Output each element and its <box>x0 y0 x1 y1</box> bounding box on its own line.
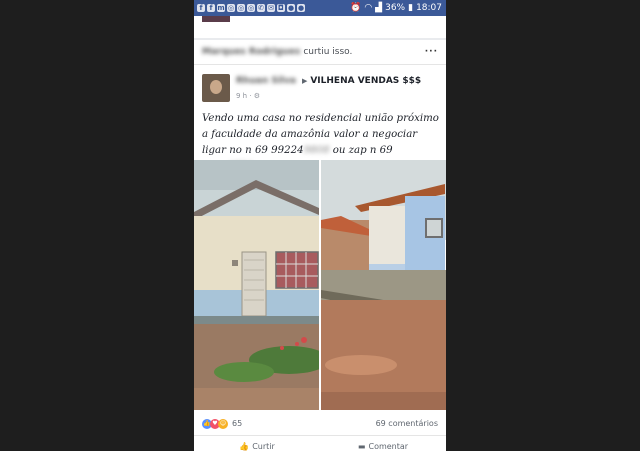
facebook-icon: f <box>207 4 215 12</box>
friend-name-blurred[interactable]: Marques Rodrigues <box>202 47 300 57</box>
comment-icon: ▬ <box>357 441 366 451</box>
like-label: Curtir <box>252 441 275 451</box>
globe-icon: ◎ <box>247 4 255 12</box>
post-timestamp[interactable]: 9 h · ⚙ <box>236 92 260 100</box>
status-bar: f f m ◎ ◎ ◎ ✆ ✉ ◘ ● ● ⏰ ◠ ▟ 36% ▮ 18:07 <box>194 0 446 16</box>
facebook-icon: f <box>197 4 205 12</box>
phone-digits-blurred: 9808 <box>303 145 330 156</box>
arrow-right-icon: ▶ <box>301 77 308 85</box>
signal-icon: ▟ <box>375 3 383 13</box>
instagram-icon: ◘ <box>277 4 285 12</box>
mail-icon: ✉ <box>267 4 275 12</box>
alarm-icon: ⏰ <box>350 3 362 13</box>
previous-post-thumbnail <box>202 16 230 22</box>
reaction-count[interactable]: 65 <box>232 419 242 428</box>
reactions-bar[interactable]: 👍 ♥ ☺ 65 69 comentários <box>194 412 446 436</box>
comment-count[interactable]: 69 comentários <box>376 419 438 428</box>
activity-text: curtiu isso. <box>303 47 353 57</box>
house-side-image <box>321 160 446 410</box>
avatar[interactable] <box>202 74 230 102</box>
comment-label: Comentar <box>368 441 409 451</box>
activity-header: Marques Rodrigues curtiu isso. ··· <box>194 40 446 65</box>
system-icons: ⏰ ◠ ▟ 36% ▮ 18:07 <box>350 3 446 13</box>
like-icon: 👍 <box>239 441 250 451</box>
post-author-line: Rhuan Silva ▶ VILHENA VENDAS $$$ <box>236 76 421 86</box>
group-name[interactable]: VILHENA VENDAS $$$ <box>310 76 421 86</box>
clock: 18:07 <box>416 3 442 13</box>
chat-icon: ● <box>297 4 305 12</box>
house-front-image <box>194 160 319 410</box>
like-button[interactable]: 👍 Curtir <box>194 438 320 451</box>
globe-icon: ◎ <box>227 4 235 12</box>
wifi-icon: ◠ <box>364 3 373 13</box>
battery-icon: ▮ <box>408 3 414 13</box>
messenger-icon: m <box>217 4 225 12</box>
battery-percent: 36% <box>385 3 406 13</box>
house-side-photo[interactable] <box>321 160 446 410</box>
post-action-bar: 👍 Curtir ▬ Comentar <box>194 438 446 451</box>
phone-screen: f f m ◎ ◎ ◎ ✆ ✉ ◘ ● ● ⏰ ◠ ▟ 36% ▮ 18:07 … <box>194 0 446 451</box>
author-name-blurred[interactable]: Rhuan Silva <box>236 76 296 86</box>
notification-icons: f f m ◎ ◎ ◎ ✆ ✉ ◘ ● ● <box>194 4 305 12</box>
house-front-photo[interactable] <box>194 160 319 410</box>
post-photos <box>194 160 446 410</box>
globe-icon: ◎ <box>237 4 245 12</box>
whatsapp-icon: ✆ <box>257 4 265 12</box>
chat-icon: ● <box>287 4 295 12</box>
feed-post-card: Marques Rodrigues curtiu isso. ··· Rhuan… <box>194 40 446 451</box>
comment-button[interactable]: ▬ Comentar <box>320 438 446 451</box>
more-options-button[interactable]: ··· <box>425 47 438 57</box>
haha-reaction-icon: ☺ <box>218 418 228 429</box>
